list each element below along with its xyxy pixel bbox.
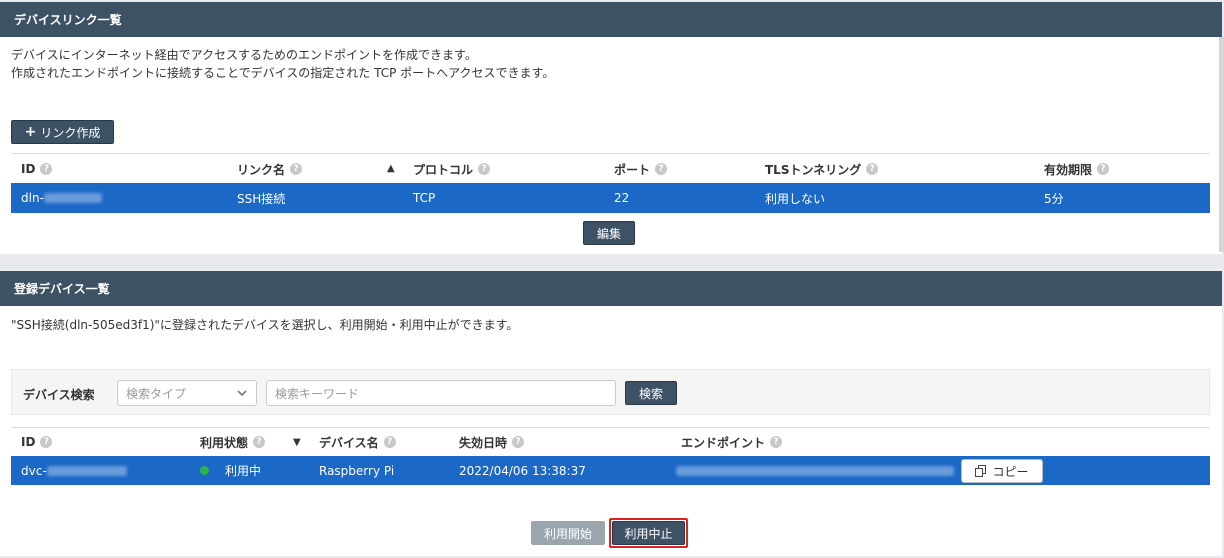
help-icon[interactable]: ? [655, 163, 668, 175]
device-table-header-divider [11, 427, 1210, 428]
help-icon[interactable]: ? [478, 163, 491, 175]
col-header-expires-at[interactable]: 失効日時? [459, 427, 525, 457]
device-panel-header: 登録デバイス一覧 [0, 271, 1222, 306]
expiry-cell: 5分 [1044, 191, 1064, 206]
copy-icon [975, 465, 987, 477]
col-header-endpoint[interactable]: エンドポイント? [681, 427, 783, 457]
search-button[interactable]: 検索 [625, 381, 677, 405]
col-header-expiry[interactable]: 有効期限? [1044, 154, 1110, 184]
link-id-cell: dln- [21, 183, 102, 213]
help-icon[interactable]: ? [40, 436, 53, 448]
create-link-button[interactable]: + リンク作成 [11, 120, 114, 144]
device-id-cell: dvc- [21, 456, 127, 485]
port-cell: 22 [614, 191, 630, 205]
help-icon[interactable]: ? [253, 436, 266, 448]
col-header-device-name[interactable]: デバイス名? [319, 427, 396, 457]
device-search-label: デバイス検索 [23, 388, 95, 402]
search-keyword-input[interactable]: 検索キーワード [266, 380, 616, 406]
redacted-id [43, 193, 102, 203]
plus-icon: + [24, 124, 37, 140]
status-active-icon [200, 466, 209, 475]
help-icon[interactable]: ? [866, 163, 879, 175]
stop-use-button[interactable]: 利用中止 [612, 521, 685, 545]
link-table-header-divider [11, 153, 1210, 154]
help-icon[interactable]: ? [512, 436, 525, 448]
sort-desc-icon[interactable]: ▼ [293, 437, 301, 448]
link-panel: デバイスリンク一覧 [0, 2, 1222, 254]
sort-asc-icon[interactable]: ▲ [387, 163, 395, 174]
help-icon[interactable]: ? [290, 163, 303, 175]
start-use-button[interactable]: 利用開始 [531, 521, 605, 545]
col-header-protocol[interactable]: プロトコル? [413, 154, 491, 184]
link-panel-header: デバイスリンク一覧 [0, 2, 1222, 37]
link-panel-title: デバイスリンク一覧 [14, 13, 122, 27]
help-icon[interactable]: ? [1097, 163, 1110, 175]
scrollbar[interactable] [1219, 37, 1224, 252]
col-header-id[interactable]: ID? [21, 154, 53, 184]
endpoint-cell [676, 456, 954, 485]
search-type-select[interactable]: 検索タイプ [117, 380, 257, 406]
device-description: "SSH接続(dln-505ed3f1)"に登録されたデバイスを選択し、利用開始… [11, 318, 519, 332]
protocol-cell: TCP [413, 191, 436, 205]
help-icon[interactable]: ? [383, 436, 396, 448]
chevron-down-icon [237, 390, 247, 397]
expires-at-cell: 2022/04/06 13:38:37 [459, 463, 586, 478]
create-link-label: リンク作成 [40, 125, 101, 140]
col-header-link-name[interactable]: リンク名? [237, 154, 303, 184]
help-icon[interactable]: ? [770, 436, 783, 448]
redacted-endpoint [676, 465, 954, 476]
link-description-line2: 作成されたエンドポイントに接続することでデバイスの指定された TCP ポートへア… [11, 66, 555, 80]
redacted-id [46, 465, 127, 476]
status-cell: 利用中 [200, 456, 261, 485]
device-panel-title: 登録デバイス一覧 [14, 282, 110, 296]
link-name-cell: SSH接続 [237, 191, 286, 206]
help-icon[interactable]: ? [40, 163, 53, 175]
col-header-device-id[interactable]: ID? [21, 427, 53, 457]
device-name-cell: Raspberry Pi [319, 463, 395, 478]
copy-button[interactable]: コピー [961, 459, 1043, 483]
col-header-status[interactable]: 利用状態? [200, 427, 266, 457]
col-header-port[interactable]: ポート? [614, 154, 668, 184]
col-header-tls[interactable]: TLSトンネリング? [765, 154, 879, 184]
table-row[interactable]: dln- SSH接続 TCP 22 利用しない 5分 [11, 183, 1210, 213]
tls-cell: 利用しない [765, 191, 826, 206]
link-description-line1: デバイスにインターネット経由でアクセスするためのエンドポイントを作成できます。 [11, 48, 477, 62]
edit-button[interactable]: 編集 [583, 221, 635, 245]
